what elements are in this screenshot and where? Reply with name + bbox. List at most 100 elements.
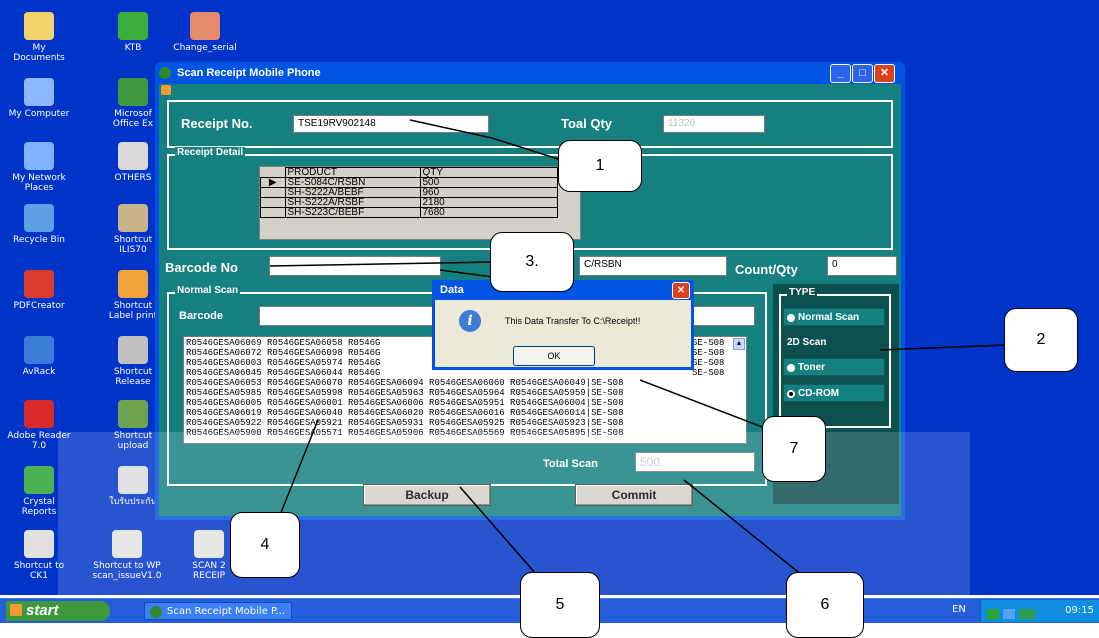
window-title: Scan Receipt Mobile Phone [177, 67, 321, 79]
scroll-up-icon[interactable]: ▲ [733, 338, 745, 350]
callout-7: 7 [762, 416, 826, 482]
folder-icon [24, 12, 54, 40]
total-qty-label: Toal Qty [561, 116, 613, 131]
desktop-icon-label: PDFCreator [13, 301, 65, 311]
receipt-no-label: Receipt No. [181, 116, 253, 131]
product-field: C/RSBN [579, 256, 727, 276]
count-qty-label: Count/Qty [735, 262, 798, 277]
column-header-qty: QTY [419, 167, 558, 178]
radio-toner[interactable]: Toner [783, 358, 885, 376]
tray-icons [987, 606, 1047, 619]
scan-tails: SE-S08 SE-S08 SE-S08 SE-S08 [692, 338, 732, 378]
computer-icon [24, 78, 54, 106]
shortcut-icon [24, 530, 54, 558]
shortcut-icon [118, 400, 148, 428]
table-row[interactable]: SH-S223C/BEBF 7680 [260, 207, 558, 218]
normal-scan-title: Normal Scan [175, 285, 241, 296]
row-selector-header [260, 167, 286, 178]
radio-dot [787, 314, 795, 322]
receipt-detail-title: Receipt Detail [175, 147, 246, 158]
dialog-title: Data [440, 284, 464, 296]
radio-2d-scan[interactable]: 2D Scan [783, 334, 885, 352]
desktop-icon-recycle-bin[interactable]: Recycle Bin [6, 204, 72, 245]
desktop-icon-label: Shortcut to CK1 [13, 561, 65, 581]
app-icon [24, 336, 54, 364]
total-qty-field: 11320 [663, 115, 765, 133]
scan-line: R0546GESA05922 R0546GESA05921 R0546GESA0… [186, 418, 624, 428]
window-titlebar[interactable]: Scan Receipt Mobile Phone _ □ ✕ [155, 62, 905, 84]
scan-tail: SE-S08 [692, 348, 725, 358]
table-cell: SH-S223C/BEBF [284, 207, 421, 218]
desktop-icon-label: KTB [124, 43, 142, 53]
table-row[interactable]: SH-S222A/RSBF 2180 [260, 197, 558, 208]
desktop-icon-label: My Network Places [12, 173, 66, 193]
scan-line: R0546GESA06005 R0546GESA06001 R0546GESA0… [186, 398, 624, 408]
data-dialog: Data ✕ i This Data Transfer To C:\Receip… [432, 280, 694, 370]
radio-label: CD-ROM [798, 388, 840, 399]
desktop-icon-my-network[interactable]: My Network Places [6, 142, 72, 193]
desktop-icon-change-serial[interactable]: Change_serial [172, 12, 238, 53]
minimize-button[interactable]: _ [830, 64, 851, 83]
language-indicator[interactable]: EN [952, 604, 966, 615]
tray-app-icon[interactable] [1019, 609, 1035, 619]
desktop-icon-label: Shortcut ILIS70 [113, 235, 153, 255]
dialog-ok-button[interactable]: OK [513, 346, 595, 366]
adobe-icon [24, 400, 54, 428]
table-cell: 960 [419, 187, 558, 198]
callout-5: 5 [520, 572, 600, 638]
product-table-panel: PRODUCT QTY ▶ SE-S084C/RSBN 500 SH-S222A/B… [259, 166, 581, 240]
receipt-no-field[interactable]: TSE19RV902148 [293, 115, 489, 133]
dialog-close-button[interactable]: ✕ [672, 282, 690, 299]
callout-3: 3. [490, 232, 574, 292]
desktop-icon-label: Crystal Reports [21, 497, 57, 517]
app-icon [24, 466, 54, 494]
radio-dot [787, 364, 795, 372]
radio-label: 2D Scan [787, 337, 827, 348]
radio-cd-rom[interactable]: CD-ROM [783, 384, 885, 402]
scan-line: R0546GESA05985 R0546GESA05998 R0546GESA0… [186, 388, 624, 398]
network-icon [24, 142, 54, 170]
desktop-icon-ktb[interactable]: KTB [100, 12, 166, 53]
type-title: TYPE [787, 287, 818, 298]
maximize-button[interactable]: □ [852, 64, 873, 83]
barcode-no-field[interactable] [269, 256, 441, 276]
recycle-bin-icon [24, 204, 54, 232]
desktop-icon-my-computer[interactable]: My Computer [6, 78, 72, 119]
clock[interactable]: 09:15 [1065, 600, 1094, 622]
start-button[interactable]: start [6, 601, 110, 621]
column-header-product: PRODUCT [284, 167, 421, 178]
desktop-icon-pdfcreator[interactable]: PDFCreator [6, 270, 72, 311]
radio-dot [787, 390, 795, 398]
tray-network-icon[interactable] [987, 609, 999, 619]
callout-1: 1 [558, 140, 642, 192]
menu-icon[interactable] [161, 85, 171, 95]
table-cell: 7680 [419, 207, 558, 218]
start-label: start [26, 602, 59, 619]
taskbar-item-label: Scan Receipt Mobile P... [167, 606, 286, 617]
desktop-icon-label: Recycle Bin [13, 235, 65, 245]
desktop-icon-label: OTHERS [114, 173, 152, 183]
app-icon [159, 67, 171, 79]
close-button[interactable]: ✕ [874, 64, 895, 83]
app-icon [150, 606, 162, 618]
taskbar-item-scan-receipt[interactable]: Scan Receipt Mobile P... [144, 602, 292, 620]
row-pointer-icon: ▶ [260, 177, 286, 188]
callout-4: 4 [230, 512, 300, 578]
row-selector [260, 197, 286, 208]
app-icon [190, 12, 220, 40]
table-row[interactable]: ▶ SE-S084C/RSBN 500 [260, 177, 558, 188]
desktop-icon-my-documents[interactable]: My Documents [6, 12, 72, 63]
table-cell: SH-S222A/RSBF [284, 197, 421, 208]
table-cell: SE-S084C/RSBN [284, 177, 421, 188]
row-selector [260, 187, 286, 198]
tray-volume-icon[interactable] [1003, 609, 1015, 619]
desktop-icon-avrack[interactable]: AvRack [6, 336, 72, 377]
radio-normal-scan[interactable]: Normal Scan [783, 308, 885, 326]
radio-label: Toner [798, 362, 826, 373]
radio-label: Normal Scan [798, 312, 860, 323]
count-qty-field[interactable]: 0 [827, 256, 897, 276]
table-row[interactable]: SH-S222A/BEBF 960 [260, 187, 558, 198]
table-cell: 500 [419, 177, 558, 188]
desktop-icon-label: My Documents [13, 43, 65, 63]
desktop-icon-label: Shortcut Release [113, 367, 153, 387]
